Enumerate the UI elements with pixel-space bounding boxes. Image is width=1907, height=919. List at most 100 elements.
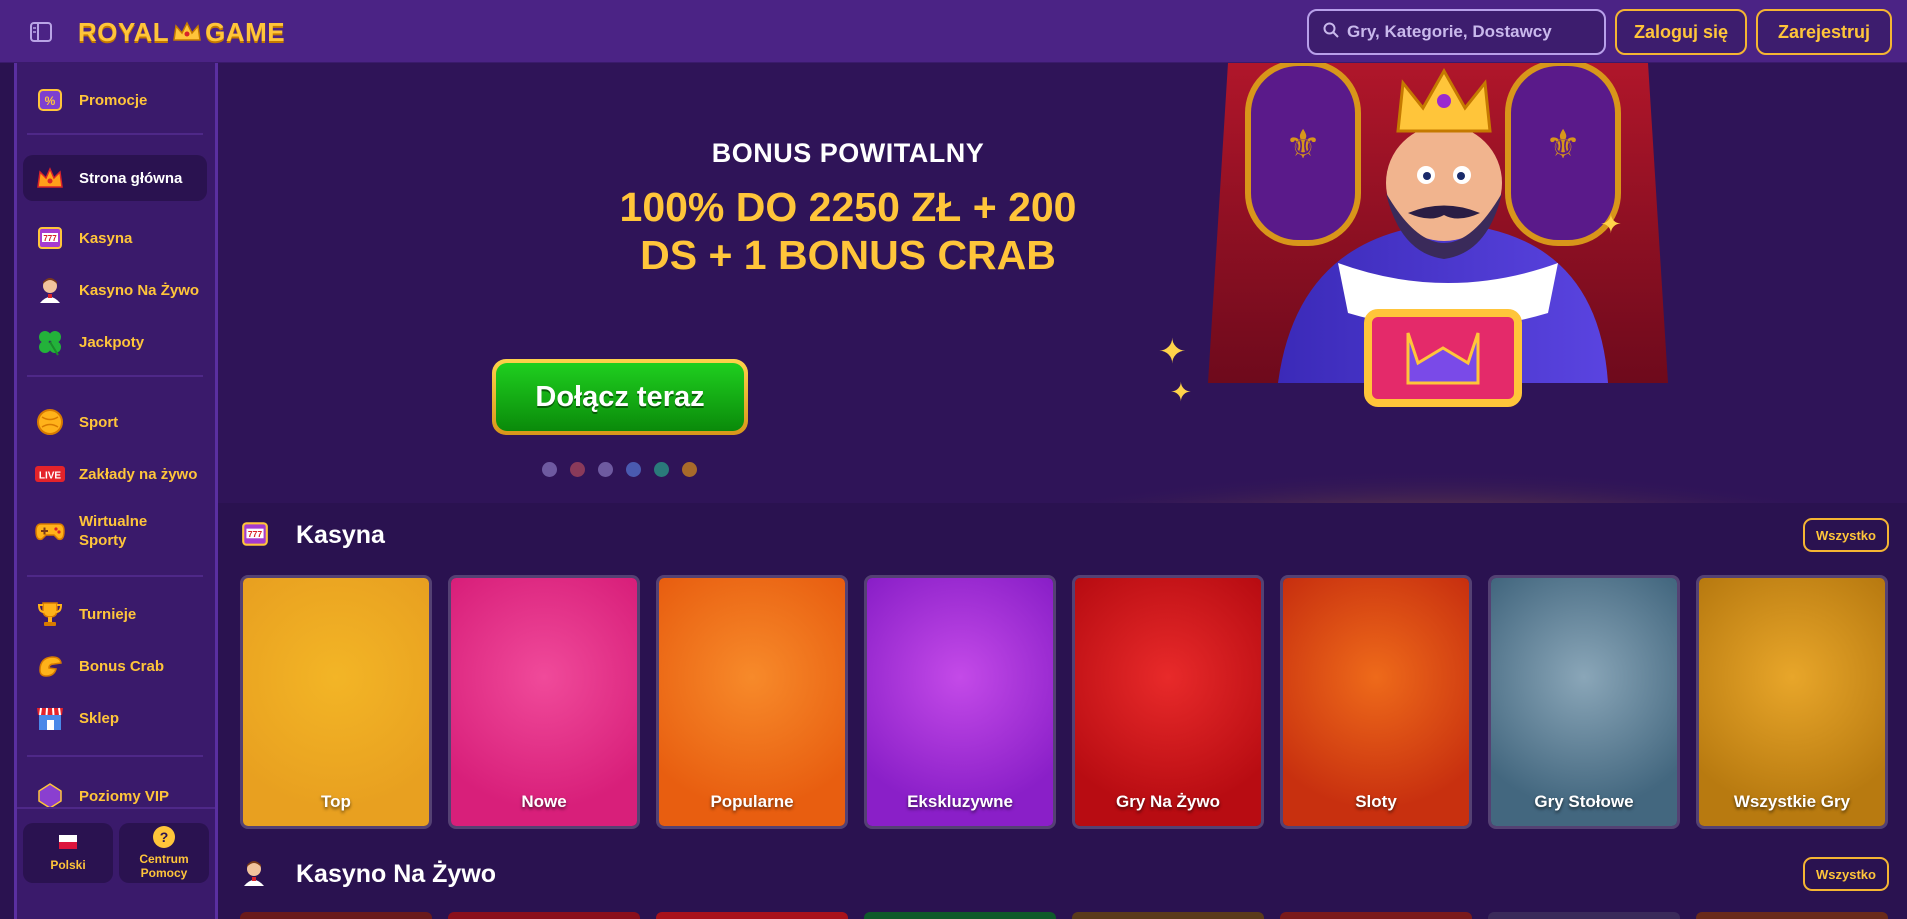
card-label: Top xyxy=(321,792,351,811)
sidebar-item-turnieje[interactable]: Turnieje xyxy=(23,591,207,637)
svg-text:✦: ✦ xyxy=(1600,210,1622,240)
search-box[interactable] xyxy=(1307,9,1606,55)
sidebar-divider xyxy=(27,133,203,135)
section-title: Kasyna xyxy=(296,520,385,549)
dealer-icon xyxy=(240,858,270,890)
category-card-popularne[interactable]: Popularne xyxy=(656,575,848,829)
section-title: Kasyno Na Żywo xyxy=(296,859,497,888)
card-art xyxy=(1075,578,1261,826)
join-now-button[interactable]: Dołącz teraz xyxy=(492,359,748,435)
see-all-live-button[interactable]: Wszystko xyxy=(1803,857,1889,891)
clover-icon xyxy=(35,327,65,357)
card-label: Ekskluzywne xyxy=(907,792,1013,811)
poland-flag-icon xyxy=(59,834,77,854)
see-all-casinos-button[interactable]: Wszystko xyxy=(1803,518,1889,552)
category-card-gry-stolowe[interactable]: Gry Stołowe xyxy=(1488,575,1680,829)
tether-icon xyxy=(654,462,669,477)
help-question-icon: ? xyxy=(153,826,175,848)
sidebar-item-sklep[interactable]: Sklep xyxy=(23,695,207,741)
card-art xyxy=(451,578,637,826)
sidebar-item-label: Zakłady na żywo xyxy=(79,465,198,483)
card-art xyxy=(1491,578,1677,826)
help-center-button[interactable]: ? Centrum Pomocy xyxy=(119,823,209,883)
hero-text-block: BONUS POWITALNY 100% DO 2250 ZŁ + 200 DS… xyxy=(598,138,1098,279)
hero-background-art: ⚜ ⚜ ✦ ✦ ✦ xyxy=(927,63,1907,503)
search-icon xyxy=(1323,22,1339,43)
sidebar-item-label: Kasyno Na Żywo xyxy=(79,281,200,299)
svg-text:✦: ✦ xyxy=(1158,332,1187,372)
sidebar-toggle-icon[interactable] xyxy=(28,19,54,45)
category-cards: Top Nowe Popularne Ekskluzywne Gry Na Ży… xyxy=(240,575,1888,829)
sidebar-item-label: Jackpoty xyxy=(79,333,145,351)
sidebar-item-kasyna[interactable]: 777 Kasyna xyxy=(23,215,207,261)
live-badge-icon: LIVE xyxy=(35,459,65,489)
visa-icon xyxy=(542,462,557,477)
sidebar-item-label: Wirtualne Sporty xyxy=(79,513,148,549)
language-label: Polski xyxy=(50,857,86,872)
crown-home-icon xyxy=(35,163,65,193)
svg-text:777: 777 xyxy=(248,529,263,539)
sidebar-item-strona-glowna[interactable]: Strona główna xyxy=(23,155,207,201)
top-header: ROYAL GAME Zaloguj się Zarejestruj xyxy=(0,0,1907,63)
sidebar-item-jackpoty[interactable]: Jackpoty xyxy=(23,319,207,365)
slot-machine-icon: 777 xyxy=(35,223,65,253)
sidebar-divider xyxy=(27,575,203,577)
live-card-peek xyxy=(656,912,848,919)
dealer-icon xyxy=(35,275,65,305)
sidebar-item-label: Turnieje xyxy=(79,605,137,623)
live-card-peek xyxy=(1696,912,1888,919)
trophy-icon xyxy=(35,599,65,629)
ball-icon xyxy=(35,407,65,437)
sidebar-item-kasyno-na-zywo[interactable]: Kasyno Na Żywo xyxy=(23,267,207,313)
category-card-sloty[interactable]: Sloty xyxy=(1280,575,1472,829)
live-card-peek xyxy=(1280,912,1472,919)
sidebar-item-label: Promocje xyxy=(79,91,148,109)
svg-text:⚜: ⚜ xyxy=(1285,122,1321,168)
hero-banner: ⚜ ⚜ ✦ ✦ ✦ BONUS POWITALNY 100% DO 2250 Z… xyxy=(218,63,1907,503)
app-root: ROYAL GAME Zaloguj się Zarejestruj % Pro… xyxy=(0,0,1907,919)
sidebar-item-wirtualne-sporty[interactable]: Wirtualne Sporty xyxy=(23,503,207,559)
register-button[interactable]: Zarejestruj xyxy=(1756,9,1892,55)
category-card-gry-na-zywo[interactable]: Gry Na Żywo xyxy=(1072,575,1264,829)
card-label: Sloty xyxy=(1355,792,1397,811)
card-art xyxy=(867,578,1053,826)
sidebar-item-promocje[interactable]: % Promocje xyxy=(23,77,207,123)
payment-methods xyxy=(542,462,697,477)
live-card-peek xyxy=(1488,912,1680,919)
svg-text:✦: ✦ xyxy=(1170,378,1192,408)
bank-icon xyxy=(598,462,613,477)
sidebar-item-label: Poziomy VIP xyxy=(79,787,170,805)
royal-game-logo[interactable]: ROYAL GAME xyxy=(78,12,285,52)
login-button[interactable]: Zaloguj się xyxy=(1615,9,1747,55)
join-now-label: Dołącz teraz xyxy=(496,363,744,431)
sidebar-item-bonus-crab[interactable]: Bonus Crab xyxy=(23,643,207,689)
logo-crown-icon xyxy=(171,20,203,44)
category-card-wszystkie-gry[interactable]: Wszystkie Gry xyxy=(1696,575,1888,829)
sidebar-item-zaklady-na-zywo[interactable]: LIVE Zakłady na żywo xyxy=(23,451,207,497)
live-card-peek xyxy=(1072,912,1264,919)
card-art xyxy=(243,578,429,826)
search-input[interactable] xyxy=(1347,22,1597,42)
card-label: Wszystkie Gry xyxy=(1733,792,1851,811)
logo-text-left: ROYAL xyxy=(78,16,170,47)
shop-icon xyxy=(35,703,65,733)
live-card-peek xyxy=(448,912,640,919)
ticket-icon: % xyxy=(35,85,65,115)
live-card-peek xyxy=(864,912,1056,919)
card-label: Gry Stołowe xyxy=(1534,792,1634,811)
card-label: Gry Na Żywo xyxy=(1116,792,1220,811)
gamepad-icon xyxy=(35,516,65,546)
category-card-nowe[interactable]: Nowe xyxy=(448,575,640,829)
category-card-top[interactable]: Top xyxy=(240,575,432,829)
language-button[interactable]: Polski xyxy=(23,823,113,883)
live-row-preview xyxy=(240,912,1888,919)
card-art xyxy=(659,578,845,826)
hero-title: 100% DO 2250 ZŁ + 200 DS + 1 BONUS CRAB xyxy=(619,184,1077,278)
sidebar-item-sport[interactable]: Sport xyxy=(23,399,207,445)
svg-text:%: % xyxy=(45,94,56,108)
category-card-ekskluzywne[interactable]: Ekskluzywne xyxy=(864,575,1056,829)
card-label: Nowe xyxy=(521,792,567,811)
help-center-label: Centrum Pomocy xyxy=(139,852,189,880)
card-label: Popularne xyxy=(710,792,794,811)
sidebar-item-label: Kasyna xyxy=(79,229,133,247)
